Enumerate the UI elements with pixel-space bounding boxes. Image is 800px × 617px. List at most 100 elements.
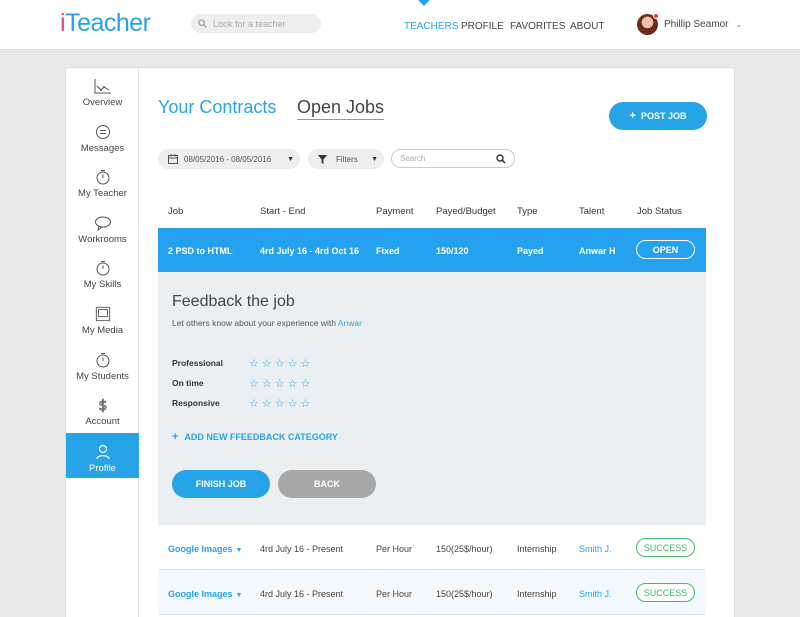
- status-success-badge[interactable]: SUCCESS: [636, 538, 695, 557]
- sidebar-item-my-students[interactable]: My Students: [66, 346, 139, 391]
- payment-cell: Per Hour: [376, 544, 413, 554]
- talent-cell[interactable]: Anwar H: [579, 246, 616, 256]
- caret-down-icon[interactable]: ▼: [236, 592, 243, 599]
- star-icon[interactable]: ☆: [262, 379, 272, 390]
- star-icon[interactable]: ☆: [249, 399, 259, 410]
- sidebar-item-account[interactable]: $ Account: [66, 391, 139, 436]
- star-icon[interactable]: ☆: [275, 399, 285, 410]
- filters-dropdown[interactable]: Filters ▼: [308, 149, 384, 169]
- caret-down-icon: ▼: [287, 155, 294, 163]
- talent-cell[interactable]: Smith J.: [579, 589, 612, 599]
- sidebar-item-label: Messages: [80, 143, 125, 154]
- star-icon[interactable]: ☆: [249, 379, 259, 390]
- star-icon[interactable]: ☆: [262, 359, 272, 370]
- media-icon: [95, 306, 110, 322]
- stopwatch-icon: [96, 353, 109, 368]
- stopwatch-icon: [96, 261, 109, 276]
- star-icon[interactable]: ☆: [288, 359, 298, 370]
- sidebar-item-my-skills[interactable]: My Skills: [66, 254, 139, 299]
- star-icon[interactable]: ☆: [275, 359, 285, 370]
- sidebar-item-label: Account: [85, 416, 120, 427]
- filters-label: Filters: [336, 154, 358, 164]
- teacher-search[interactable]: [191, 14, 321, 33]
- nav-about[interactable]: ABOUT: [570, 21, 604, 32]
- search-icon: [198, 19, 207, 28]
- dashboard-card: Overview Messages My Teacher Workrooms M…: [65, 67, 735, 617]
- sidebar-item-label: Overview: [82, 97, 123, 108]
- caret-down-icon: ▼: [371, 155, 378, 163]
- rating-stars-on-time[interactable]: ☆ ☆ ☆ ☆ ☆: [249, 379, 311, 390]
- column-header-talent: Talent: [579, 206, 605, 217]
- talent-cell[interactable]: Smith J.: [579, 544, 612, 554]
- add-feedback-category-link[interactable]: + ADD NEW FFEEDBACK CATEGORY: [172, 431, 338, 443]
- star-icon[interactable]: ☆: [301, 359, 311, 370]
- avatar[interactable]: [637, 13, 659, 35]
- post-job-button[interactable]: + POST JOB: [609, 102, 707, 130]
- job-cell[interactable]: Google Images ▼: [168, 589, 242, 599]
- date-range-picker[interactable]: 08/05/2016 - 08/05/2016 ▼: [158, 149, 300, 169]
- status-success-badge[interactable]: SUCCESS: [636, 583, 695, 602]
- star-icon[interactable]: ☆: [275, 379, 285, 390]
- table-row[interactable]: Google Images ▼ 4rd July 16 - Present Per…: [158, 570, 706, 615]
- feedback-title: Feedback the job: [172, 293, 295, 310]
- sidebar-item-my-media[interactable]: My Media: [66, 300, 139, 345]
- tab-open-jobs[interactable]: Open Jobs: [297, 97, 385, 120]
- sidebar-item-label: Profile: [89, 463, 116, 474]
- notification-dot: [653, 13, 659, 19]
- payment-cell: Per Hour: [376, 589, 413, 599]
- user-menu[interactable]: Phillip Seamor ⌄: [637, 13, 742, 35]
- back-button[interactable]: BACK: [278, 470, 376, 498]
- tab-your-contracts[interactable]: Your Contracts: [158, 97, 276, 118]
- dates-cell: 4rd July 16 - 4rd Oct 16: [260, 246, 360, 256]
- plus-icon: +: [629, 110, 636, 122]
- column-header-job-status: Job Status: [637, 206, 682, 217]
- sidebar-item-my-teacher[interactable]: My Teacher: [66, 163, 139, 208]
- star-icon[interactable]: ☆: [301, 379, 311, 390]
- active-nav-indicator: [418, 0, 430, 6]
- caret-down-icon[interactable]: ▼: [236, 547, 243, 554]
- criterion-label: Professional: [172, 358, 224, 368]
- sidebar-item-label: Workrooms: [78, 234, 127, 245]
- column-header-job: Job: [168, 206, 184, 217]
- logo[interactable]: iTeacher: [60, 9, 151, 38]
- sidebar-item-label: My Skills: [83, 279, 122, 290]
- sidebar-item-profile[interactable]: Profile: [66, 433, 139, 478]
- sidebar-item-label: My Students: [76, 371, 129, 382]
- nav-teachers[interactable]: TEACHERS: [404, 21, 458, 32]
- nav-favorites[interactable]: FAVORITES: [510, 21, 565, 32]
- star-icon[interactable]: ☆: [262, 399, 272, 410]
- column-header-start-end: Start - End: [260, 206, 306, 217]
- sidebar-item-messages[interactable]: Messages: [66, 118, 139, 163]
- sidebar-item-workrooms[interactable]: Workrooms: [66, 209, 139, 254]
- rating-stars-responsive[interactable]: ☆ ☆ ☆ ☆ ☆: [249, 399, 311, 410]
- contract-search-input[interactable]: [400, 154, 490, 163]
- feedback-panel: Feedback the job Let others know about y…: [158, 272, 706, 525]
- table-row[interactable]: Google Images ▼ 4rd July 16 - Present Per…: [158, 525, 706, 570]
- sidebar-item-label: My Teacher: [78, 188, 127, 199]
- contract-search[interactable]: [391, 149, 515, 168]
- star-icon[interactable]: ☆: [301, 399, 311, 410]
- finish-job-button[interactable]: FINISH JOB: [172, 470, 270, 498]
- user-icon: [95, 444, 110, 460]
- star-icon[interactable]: ☆: [288, 379, 298, 390]
- table-row-selected[interactable]: 2 PSD to HTML 4rd July 16 - 4rd Oct 16 F…: [158, 228, 706, 272]
- nav-profile[interactable]: PROFILE: [461, 21, 504, 32]
- rating-stars-professional[interactable]: ☆ ☆ ☆ ☆ ☆: [249, 359, 311, 370]
- star-icon[interactable]: ☆: [288, 399, 298, 410]
- status-open-button[interactable]: OPEN: [636, 240, 695, 259]
- feedback-subtitle: Let others know about your experience wi…: [172, 318, 362, 328]
- chat-bubble-icon: [94, 216, 111, 231]
- teacher-search-input[interactable]: [213, 18, 313, 29]
- sidebar-item-overview[interactable]: Overview: [66, 72, 139, 117]
- job-cell[interactable]: 2 PSD to HTML: [168, 246, 233, 256]
- funnel-icon: [318, 154, 327, 164]
- search-icon[interactable]: [496, 153, 506, 164]
- job-cell[interactable]: Google Images ▼: [168, 544, 242, 554]
- feedback-talent-link[interactable]: Anwar: [338, 318, 362, 328]
- star-icon[interactable]: ☆: [249, 359, 259, 370]
- message-icon: [95, 125, 110, 139]
- main-content: Your Contracts Open Jobs + POST JOB 08/05…: [158, 68, 707, 617]
- svg-text:$: $: [98, 398, 107, 413]
- date-range-value: 08/05/2016 - 08/05/2016: [184, 154, 272, 164]
- chevron-down-icon[interactable]: ⌄: [735, 20, 742, 29]
